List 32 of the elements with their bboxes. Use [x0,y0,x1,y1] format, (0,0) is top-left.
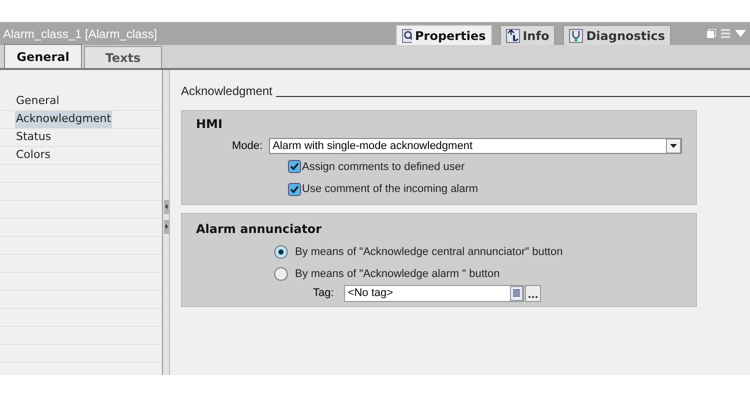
checkbox[interactable] [288,182,301,196]
radio-label: By means of "Acknowledge central annunciator" button [295,245,563,260]
checkbox-label: Assign comments to defined user [302,160,465,174]
inspector-tab[interactable]: Properties [396,25,492,45]
stethoscope-icon [569,28,584,42]
sidebar-item[interactable]: Colors [15,147,52,164]
sidebar-item[interactable]: Acknowledgment [15,111,112,128]
sidebar-item[interactable]: Status [15,129,52,146]
magnifier-icon [402,28,412,42]
tab[interactable]: Texts [84,46,162,68]
radio-button[interactable] [274,245,288,260]
window-title: Alarm_class_1 [Alarm_class] [3,26,158,42]
inspector-tab[interactable]: Info [500,25,556,45]
dropdown-arrow-icon[interactable] [666,139,681,154]
more-button[interactable] [524,285,541,302]
tag-field[interactable]: <No tag> [344,285,524,302]
mode-dropdown[interactable]: Alarm with single-mode acknowledgment [268,138,682,154]
radio-label: By means of "Acknowledge alarm " button [295,266,500,282]
tab[interactable]: General [4,44,82,68]
inspector-tab[interactable]: Diagnostics [563,25,671,45]
checkbox[interactable] [288,160,301,174]
checkbox-label: Use comment of the incoming alarm [302,182,478,197]
field-label: Tag: [313,286,334,302]
collapse-left-icon[interactable] [164,200,168,214]
section-heading: Acknowledgment [181,83,272,100]
radio-button[interactable] [274,266,288,281]
sidebar-item[interactable]: General [15,93,60,110]
field-label: Mode: [232,139,263,154]
expand-right-icon[interactable] [164,220,168,234]
group-title: HMI [196,116,222,133]
list-icon[interactable] [510,286,523,301]
group-title: Alarm annunciator [196,221,322,238]
